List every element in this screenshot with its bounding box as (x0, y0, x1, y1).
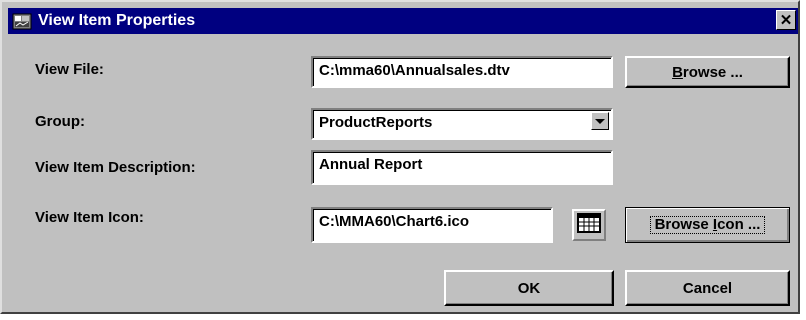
view-file-input[interactable]: C:\mma60\Annualsales.dtv (311, 56, 613, 88)
icon-label: View Item Icon: (35, 209, 144, 226)
description-label: View Item Description: (35, 159, 196, 176)
close-icon: ✕ (779, 11, 793, 29)
dialog-title: View Item Properties (38, 12, 196, 29)
app-icon (12, 11, 32, 31)
browse-icon-button-label: Browse Icon ... (649, 216, 766, 234)
spreadsheet-icon (577, 212, 601, 238)
icon-preview (572, 209, 606, 241)
ok-button[interactable]: OK (444, 270, 614, 306)
browse-button-label: Browse ... (672, 63, 743, 81)
title-bar[interactable]: View Item Properties ✕ (8, 8, 798, 34)
group-label: Group: (35, 113, 85, 130)
chevron-down-icon (595, 118, 605, 124)
view-file-label: View File: (35, 61, 104, 78)
description-input[interactable]: Annual Report (311, 150, 613, 185)
close-button[interactable]: ✕ (776, 10, 796, 30)
cancel-button[interactable]: Cancel (625, 270, 790, 306)
group-selected-value: ProductReports (319, 114, 433, 131)
group-select[interactable]: ProductReports (311, 108, 613, 140)
dropdown-arrow-button[interactable] (591, 112, 609, 130)
browse-button[interactable]: Browse ... (625, 56, 790, 88)
browse-icon-button[interactable]: Browse Icon ... (625, 207, 790, 243)
icon-path-input[interactable]: C:\MMA60\Chart6.ico (311, 207, 553, 243)
